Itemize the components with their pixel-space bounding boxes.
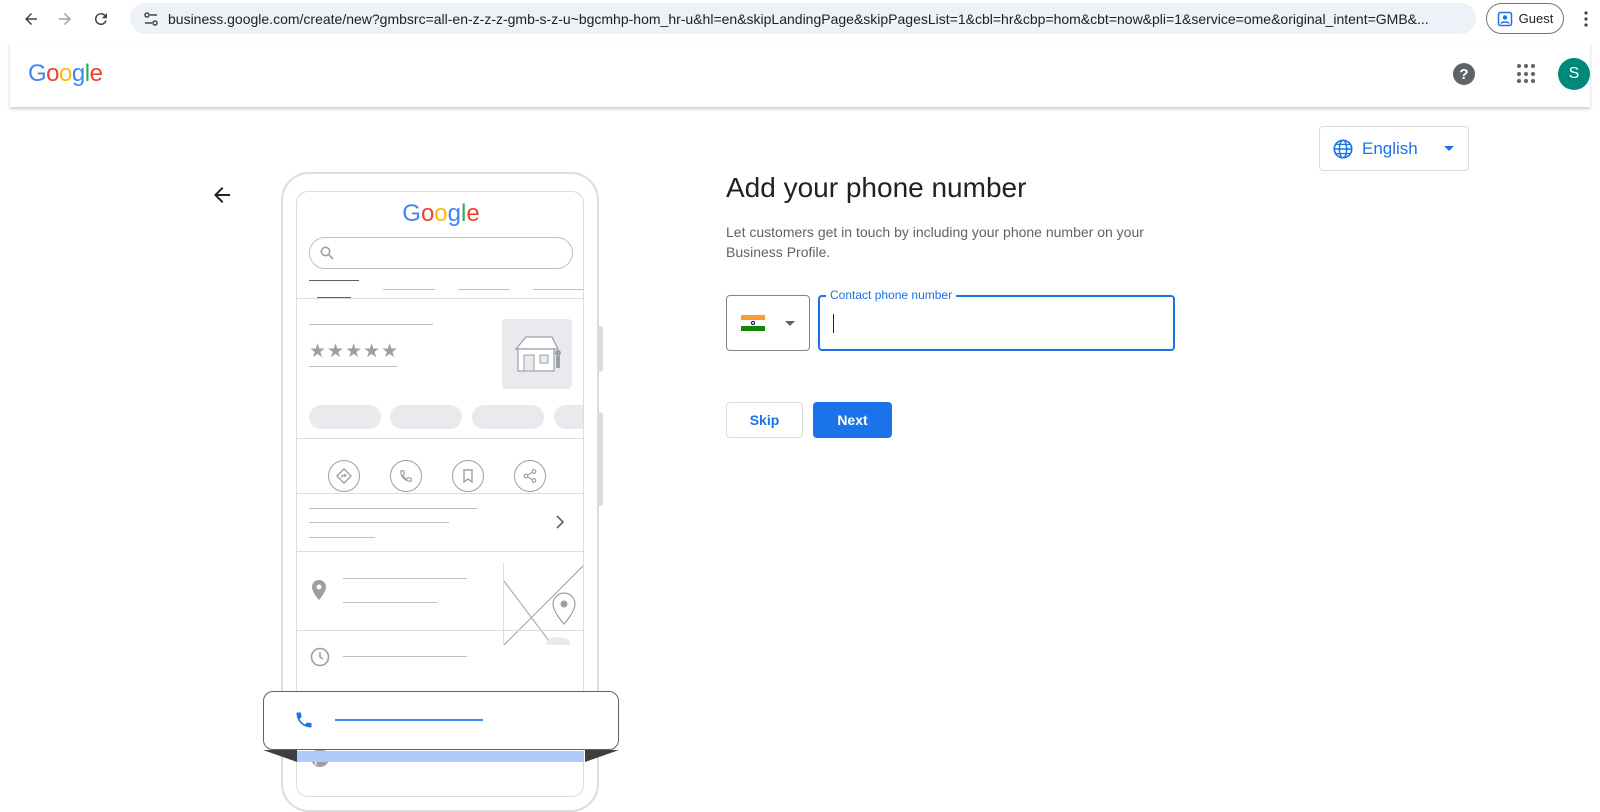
chevron-down-icon xyxy=(1444,146,1454,151)
india-flag-icon xyxy=(741,315,765,331)
phone-side-button xyxy=(598,412,603,506)
phone-number-input[interactable] xyxy=(830,310,1160,336)
illustration-search-bar xyxy=(309,237,573,269)
profile-icon xyxy=(1497,11,1512,26)
bookmark-icon xyxy=(452,460,484,492)
text-cursor xyxy=(833,314,834,333)
phone-icon xyxy=(390,460,422,492)
storefront-icon xyxy=(502,319,572,389)
language-select[interactable]: English xyxy=(1319,126,1469,171)
address-bar[interactable]: business.google.com/create/new?gmbsrc=al… xyxy=(130,3,1476,34)
logo-letter: o xyxy=(420,200,435,227)
logo-letter: g xyxy=(71,60,85,87)
chevron-down-icon xyxy=(785,320,795,326)
phone-icon xyxy=(294,710,314,735)
chevron-right-icon xyxy=(555,515,565,534)
help-icon[interactable]: ? xyxy=(1453,63,1475,85)
logo-letter: G xyxy=(28,60,47,87)
search-icon xyxy=(320,246,334,260)
logo-letter: G xyxy=(402,200,421,227)
illustration-stars: ★★★★★ xyxy=(309,341,400,362)
profile-button[interactable]: Guest xyxy=(1486,3,1564,34)
url-text: business.google.com/create/new?gmbsrc=al… xyxy=(168,10,1429,27)
share-icon xyxy=(514,460,546,492)
logo-letter: o xyxy=(59,60,72,87)
logo-letter: e xyxy=(466,200,480,227)
profile-label: Guest xyxy=(1518,11,1554,26)
page-description: Let customers get in touch by including … xyxy=(726,224,1144,260)
logo-letter: o xyxy=(46,60,60,87)
directions-icon xyxy=(328,460,360,492)
phone-side-button xyxy=(598,326,603,372)
logo-letter: o xyxy=(434,200,448,227)
apps-grid-icon[interactable] xyxy=(1517,64,1537,84)
back-arrow-icon[interactable] xyxy=(210,183,234,207)
avatar[interactable]: S xyxy=(1558,58,1590,90)
google-logo[interactable]: Google xyxy=(28,60,103,88)
site-settings-icon[interactable] xyxy=(140,8,162,30)
app-header: Google ? S xyxy=(10,42,1590,107)
page-title: Add your phone number xyxy=(726,172,1027,203)
phone-field-label: Contact phone number xyxy=(826,288,957,302)
forward-nav-icon[interactable] xyxy=(50,4,80,34)
logo-letter: g xyxy=(447,200,462,227)
browser-menu-icon[interactable] xyxy=(1578,6,1594,32)
map-thumbnail xyxy=(503,563,583,645)
logo-letter: e xyxy=(89,60,103,87)
browser-toolbar: business.google.com/create/new?gmbsrc=al… xyxy=(0,0,1600,38)
location-pin-icon xyxy=(312,580,326,605)
skip-button[interactable]: Skip xyxy=(726,402,803,438)
globe-icon xyxy=(1333,138,1353,159)
clock-icon xyxy=(310,647,330,672)
illustration-logo: Google xyxy=(297,200,583,228)
language-label: English xyxy=(1362,138,1418,158)
reload-icon[interactable] xyxy=(86,4,116,34)
back-nav-icon[interactable] xyxy=(16,4,46,34)
next-button[interactable]: Next xyxy=(813,402,892,438)
country-code-select[interactable] xyxy=(726,295,810,351)
